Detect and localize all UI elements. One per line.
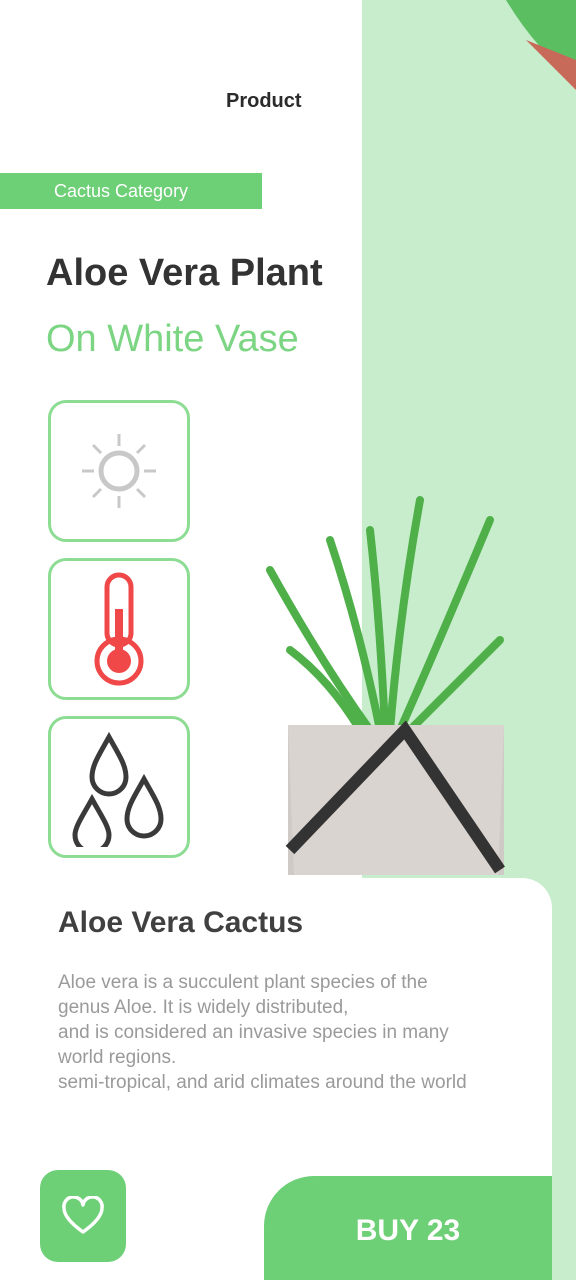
description-line: genus Aloe. It is widely distributed, — [58, 997, 349, 1018]
description-text: Aloe vera is a succulent plant species o… — [58, 970, 548, 1095]
product-screen: Product Cactus Category Aloe Vera Plant … — [0, 0, 576, 1280]
description-line: and is considered an invasive species in… — [58, 1022, 449, 1043]
temperature-card[interactable] — [48, 558, 190, 700]
description-line: world regions. — [58, 1047, 177, 1068]
description-title: Aloe Vera Cactus — [58, 906, 304, 939]
heart-icon — [62, 1196, 104, 1234]
page-title: Product — [226, 90, 302, 112]
product-name: Aloe Vera Plant — [46, 252, 323, 294]
category-badge[interactable]: Cactus Category — [0, 173, 262, 209]
thermometer-icon — [94, 572, 144, 686]
watering-card[interactable] — [48, 716, 190, 858]
corner-leaf-image — [506, 0, 576, 90]
description-line: semi-tropical, and arid climates around … — [58, 1072, 467, 1093]
sunlight-card[interactable] — [48, 400, 190, 542]
favorite-button[interactable] — [40, 1170, 126, 1262]
product-subtitle: On White Vase — [46, 318, 299, 360]
water-drops-icon — [72, 731, 164, 847]
aloe-vera-plant-image — [266, 496, 505, 875]
sun-icon — [82, 434, 156, 508]
description-line: Aloe vera is a succulent plant species o… — [58, 972, 428, 993]
buy-button[interactable]: BUY 23 — [264, 1176, 552, 1280]
